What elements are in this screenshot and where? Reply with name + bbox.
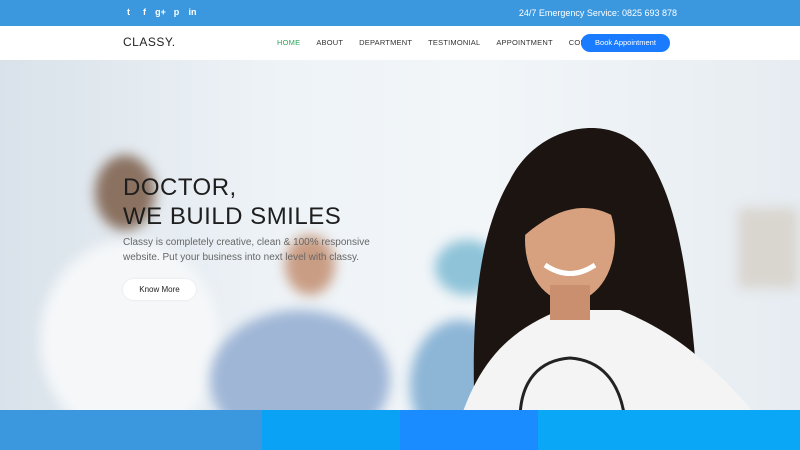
main-navigation: CLASSY. HOME ABOUT DEPARTMENT TESTIMONIA…	[0, 26, 800, 61]
hero-title: DOCTOR, WE BUILD SMILES	[123, 173, 341, 231]
doctor-photo	[463, 128, 752, 410]
twitter-icon[interactable]: t	[123, 7, 134, 18]
hero-section: DOCTOR, WE BUILD SMILES Classy is comple…	[0, 60, 800, 410]
top-bar: t f g+ p in 24/7 Emergency Service: 0825…	[0, 0, 800, 26]
google-plus-icon[interactable]: g+	[155, 7, 166, 18]
book-appointment-button[interactable]: Book Appointment	[581, 34, 670, 52]
nav-item-home[interactable]: HOME	[277, 38, 300, 47]
nav-item-testimonial[interactable]: TESTIMONIAL	[428, 38, 480, 47]
hero-title-line1: DOCTOR,	[123, 174, 237, 201]
feature-block-1[interactable]	[0, 410, 262, 450]
know-more-button[interactable]: Know More	[123, 279, 196, 300]
feature-block-4[interactable]	[538, 410, 800, 450]
emergency-service-text: 24/7 Emergency Service: 0825 693 878	[518, 8, 677, 18]
pinterest-icon[interactable]: p	[171, 7, 182, 18]
nav-item-appointment[interactable]: APPOINTMENT	[496, 38, 552, 47]
feature-block-3[interactable]	[400, 410, 538, 450]
hero-title-line2: WE BUILD SMILES	[123, 203, 342, 230]
social-links: t f g+ p in	[123, 7, 198, 18]
feature-block-2[interactable]	[262, 410, 400, 450]
facebook-icon[interactable]: f	[139, 7, 150, 18]
feature-strip	[0, 410, 800, 450]
nav-menu: HOME ABOUT DEPARTMENT TESTIMONIAL APPOIN…	[277, 38, 622, 47]
nav-item-department[interactable]: DEPARTMENT	[359, 38, 412, 47]
hero-subtitle: Classy is completely creative, clean & 1…	[123, 237, 370, 263]
logo[interactable]: CLASSY.	[123, 35, 176, 49]
linkedin-icon[interactable]: in	[187, 7, 198, 18]
nav-item-about[interactable]: ABOUT	[316, 38, 343, 47]
